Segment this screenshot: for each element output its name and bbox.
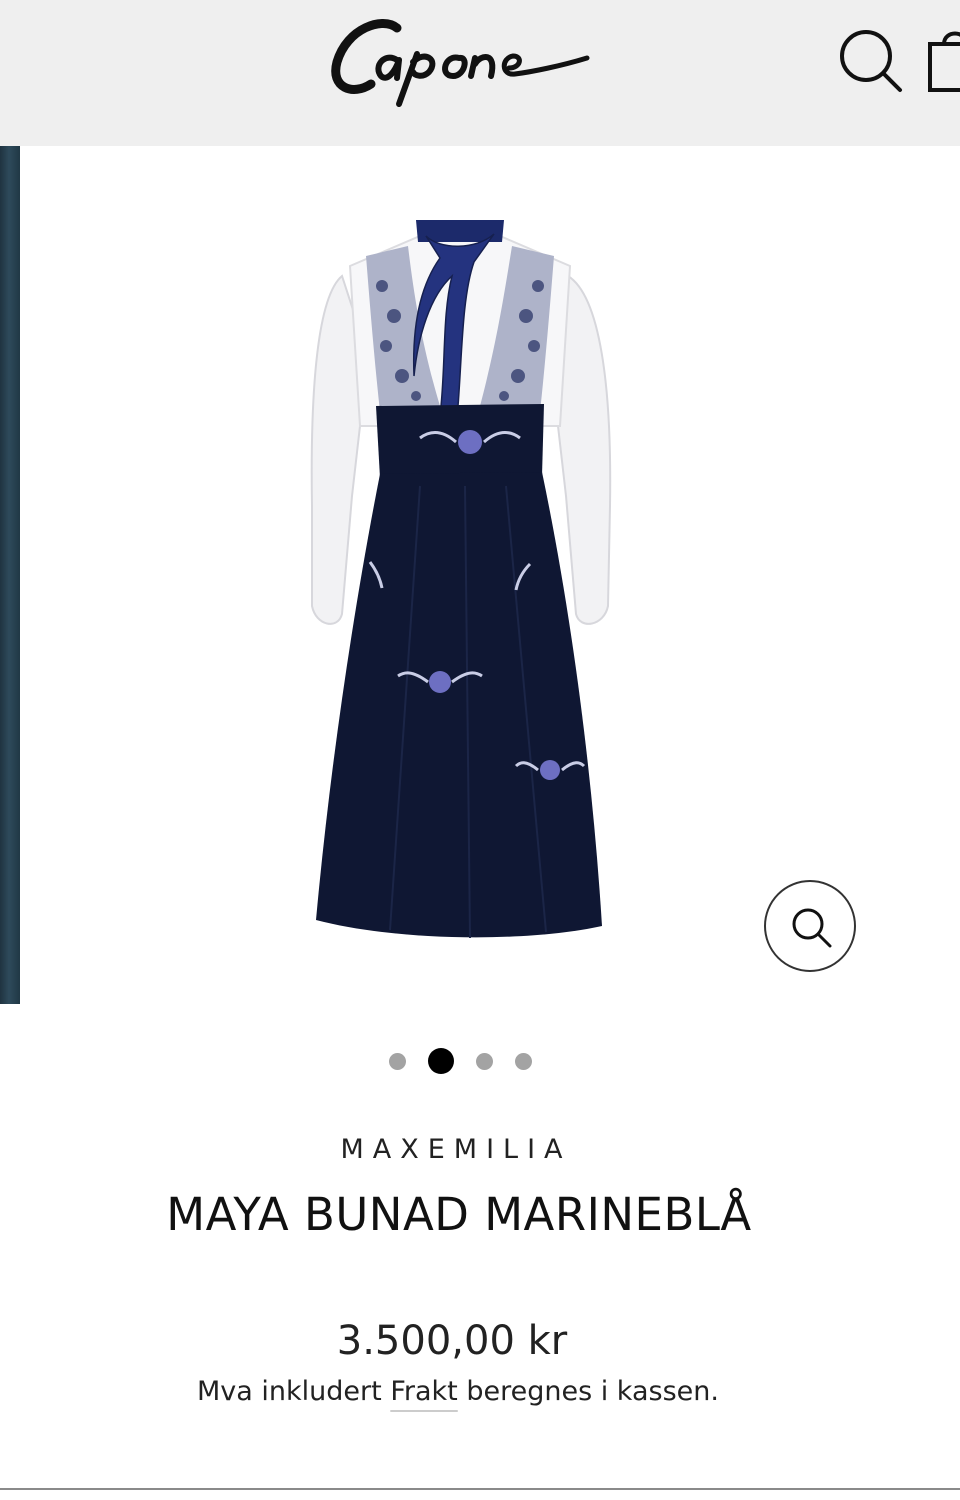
product-price: 3.500,00 kr (336, 1318, 568, 1364)
cart-icon[interactable] (922, 22, 960, 94)
pagination-dot-2-active[interactable] (427, 1048, 454, 1074)
pagination-dot-3[interactable] (475, 1052, 493, 1070)
pagination-dot-1[interactable] (388, 1052, 406, 1070)
shipping-link[interactable]: Frakt (390, 1376, 457, 1407)
product-gallery[interactable] (0, 146, 960, 1004)
bottom-divider (0, 1488, 960, 1490)
search-icon[interactable] (836, 26, 904, 94)
logo-wordmark (331, 19, 590, 107)
previous-slide-peek[interactable] (0, 146, 20, 1004)
gallery-pagination (0, 1044, 960, 1078)
tax-note-prefix: Mva inkludert (197, 1376, 382, 1407)
product-title: MAYA BUNAD MARINEBLÅ (166, 1188, 752, 1241)
bunad-dress-illustration (310, 220, 612, 939)
pagination-dot-4[interactable] (514, 1052, 532, 1070)
product-image-bunad[interactable] (290, 206, 630, 946)
tax-shipping-note: Mva inkludert Frakt beregnes i kassen. (0, 1376, 916, 1407)
zoom-icon (792, 908, 832, 948)
site-header (0, 0, 960, 146)
capone-logo[interactable] (325, 10, 595, 110)
zoom-button[interactable] (764, 880, 856, 972)
product-vendor[interactable]: MAXEMILIA (0, 1134, 912, 1165)
tax-note-suffix: beregnes i kassen. (466, 1376, 719, 1407)
